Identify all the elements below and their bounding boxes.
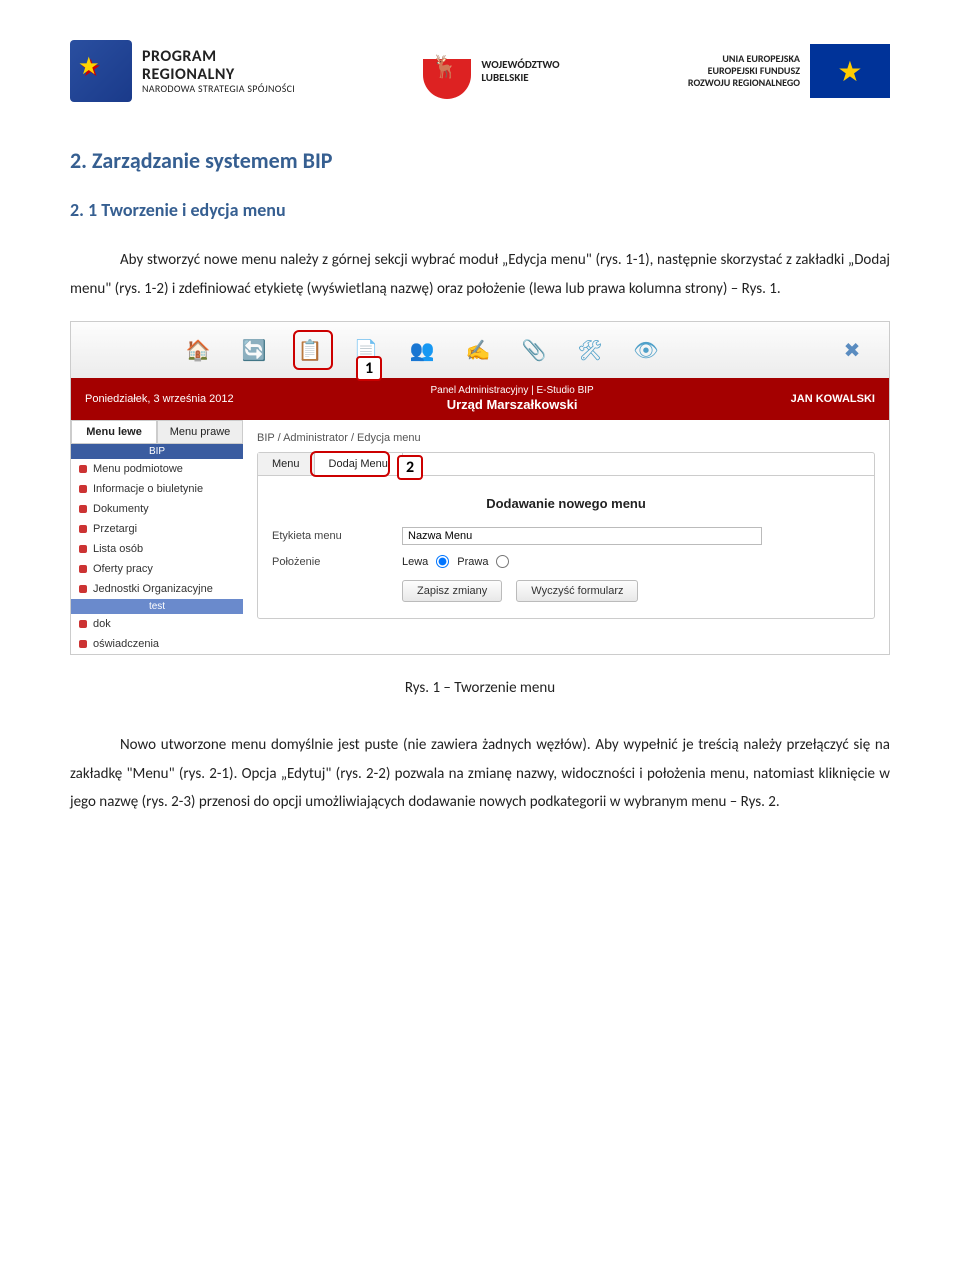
breadcrumb: BIP / Administrator / Edycja menu xyxy=(257,428,875,452)
page-header: PROGRAM REGIONALNY NARODOWA STRATEGIA SP… xyxy=(70,40,890,102)
woj-line2: LUBELSKIE xyxy=(481,71,559,84)
tools-icon[interactable]: 🛠 xyxy=(573,333,607,367)
clear-button[interactable]: Wyczyść formularz xyxy=(516,580,638,602)
main-area: BIP / Administrator / Edycja menu Menu D… xyxy=(243,420,889,654)
radio-lewa[interactable] xyxy=(436,555,449,568)
woj-line1: WOJEWÓDZTWO xyxy=(481,58,559,71)
pen-icon[interactable]: ✍ xyxy=(461,333,495,367)
sidebar-item[interactable]: Menu podmiotowe xyxy=(71,459,243,479)
shield-icon xyxy=(423,43,471,99)
sidebar-item[interactable]: Informacje o biuletynie xyxy=(71,479,243,499)
save-button[interactable]: Zapisz zmiany xyxy=(402,580,502,602)
close-icon[interactable]: ✖ xyxy=(835,333,869,367)
sidebar-item[interactable]: Jednostki Organizacyjne xyxy=(71,579,243,599)
preview-icon[interactable]: 👁 xyxy=(629,333,663,367)
program-star-icon xyxy=(70,40,132,102)
program-title-1: PROGRAM xyxy=(142,48,295,66)
sidebar-item[interactable]: Przetargi xyxy=(71,519,243,539)
program-subtitle: NARODOWA STRATEGIA SPÓJNOŚCI xyxy=(142,83,295,94)
paragraph-2: Nowo utworzone menu domyślnie jest puste… xyxy=(70,731,890,817)
radio-prawa[interactable] xyxy=(496,555,509,568)
sidebar-item[interactable]: oświadczenia xyxy=(71,634,243,654)
sidebar-heading-test: test xyxy=(71,599,243,614)
sidebar: Menu lewe Menu prawe BIP Menu podmiotowe… xyxy=(71,420,243,654)
form-panel: Menu Dodaj Menu Dodawanie nowego menu Et… xyxy=(257,452,875,619)
sidebar-tab-left[interactable]: Menu lewe xyxy=(71,420,157,443)
program-regionalny-logo: PROGRAM REGIONALNY NARODOWA STRATEGIA SP… xyxy=(70,40,295,102)
sidebar-tab-right[interactable]: Menu prawe xyxy=(157,420,243,443)
callout-ring-2 xyxy=(310,451,390,477)
screenshot-panel: 🏠 🔄 📋 📄 👥 ✍ 📎 🛠 👁 ✖ Poniedziałek, 3 wrze… xyxy=(70,321,890,655)
form-title: Dodawanie nowego menu xyxy=(272,496,860,511)
sidebar-item[interactable]: Lista osób xyxy=(71,539,243,559)
admin-username: JAN KOWALSKI xyxy=(791,393,875,405)
admin-panel-label: Panel Administracyjny | E-Studio BIP xyxy=(431,384,594,397)
callout-ring-1 xyxy=(293,330,333,370)
eu-flag-icon: ★ xyxy=(810,44,890,98)
home-icon[interactable]: 🏠 xyxy=(181,333,215,367)
tab-menu[interactable]: Menu xyxy=(258,453,315,475)
section-heading: 2. Zarządzanie systemem BIP xyxy=(70,147,890,174)
subsection-heading: 2. 1 Tworzenie i edycja menu xyxy=(70,199,890,221)
screenshot-figure-1: 🏠 🔄 📋 📄 👥 ✍ 📎 🛠 👁 ✖ Poniedziałek, 3 wrze… xyxy=(70,321,890,655)
eu-logo-block: UNIA EUROPEJSKA EUROPEJSKI FUNDUSZ ROZWO… xyxy=(688,44,890,98)
admin-toolbar: 🏠 🔄 📋 📄 👥 ✍ 📎 🛠 👁 ✖ xyxy=(71,322,889,378)
figure-caption-1: Rys. 1 – Tworzenie menu xyxy=(70,679,890,697)
sidebar-item[interactable]: Dokumenty xyxy=(71,499,243,519)
etykieta-input[interactable] xyxy=(402,527,762,545)
sidebar-heading-bip: BIP xyxy=(71,444,243,459)
sidebar-item[interactable]: Oferty pracy xyxy=(71,559,243,579)
wojewodztwo-logo: WOJEWÓDZTWO LUBELSKIE xyxy=(423,43,559,99)
admin-date: Poniedziałek, 3 września 2012 xyxy=(85,393,234,405)
admin-panel-title: Urząd Marszałkowski xyxy=(431,397,594,414)
refresh-icon[interactable]: 🔄 xyxy=(237,333,271,367)
paperclip-icon[interactable]: 📎 xyxy=(517,333,551,367)
program-title-2: REGIONALNY xyxy=(142,66,295,84)
paragraph-1: Aby stworzyć nowe menu należy z górnej s… xyxy=(70,246,890,303)
label-polozenie: Położenie xyxy=(272,556,382,568)
admin-titlebar: Poniedziałek, 3 września 2012 Panel Admi… xyxy=(71,378,889,420)
callout-2: 2 xyxy=(397,455,423,480)
radio-prawa-label: Prawa xyxy=(457,556,488,568)
radio-lewa-label: Lewa xyxy=(402,556,428,568)
label-etykieta: Etykieta menu xyxy=(272,530,382,542)
eu-line3: ROZWOJU REGIONALNEGO xyxy=(688,77,800,89)
callout-1: 1 xyxy=(356,356,382,381)
users-icon[interactable]: 👥 xyxy=(405,333,439,367)
sidebar-item[interactable]: dok xyxy=(71,614,243,634)
